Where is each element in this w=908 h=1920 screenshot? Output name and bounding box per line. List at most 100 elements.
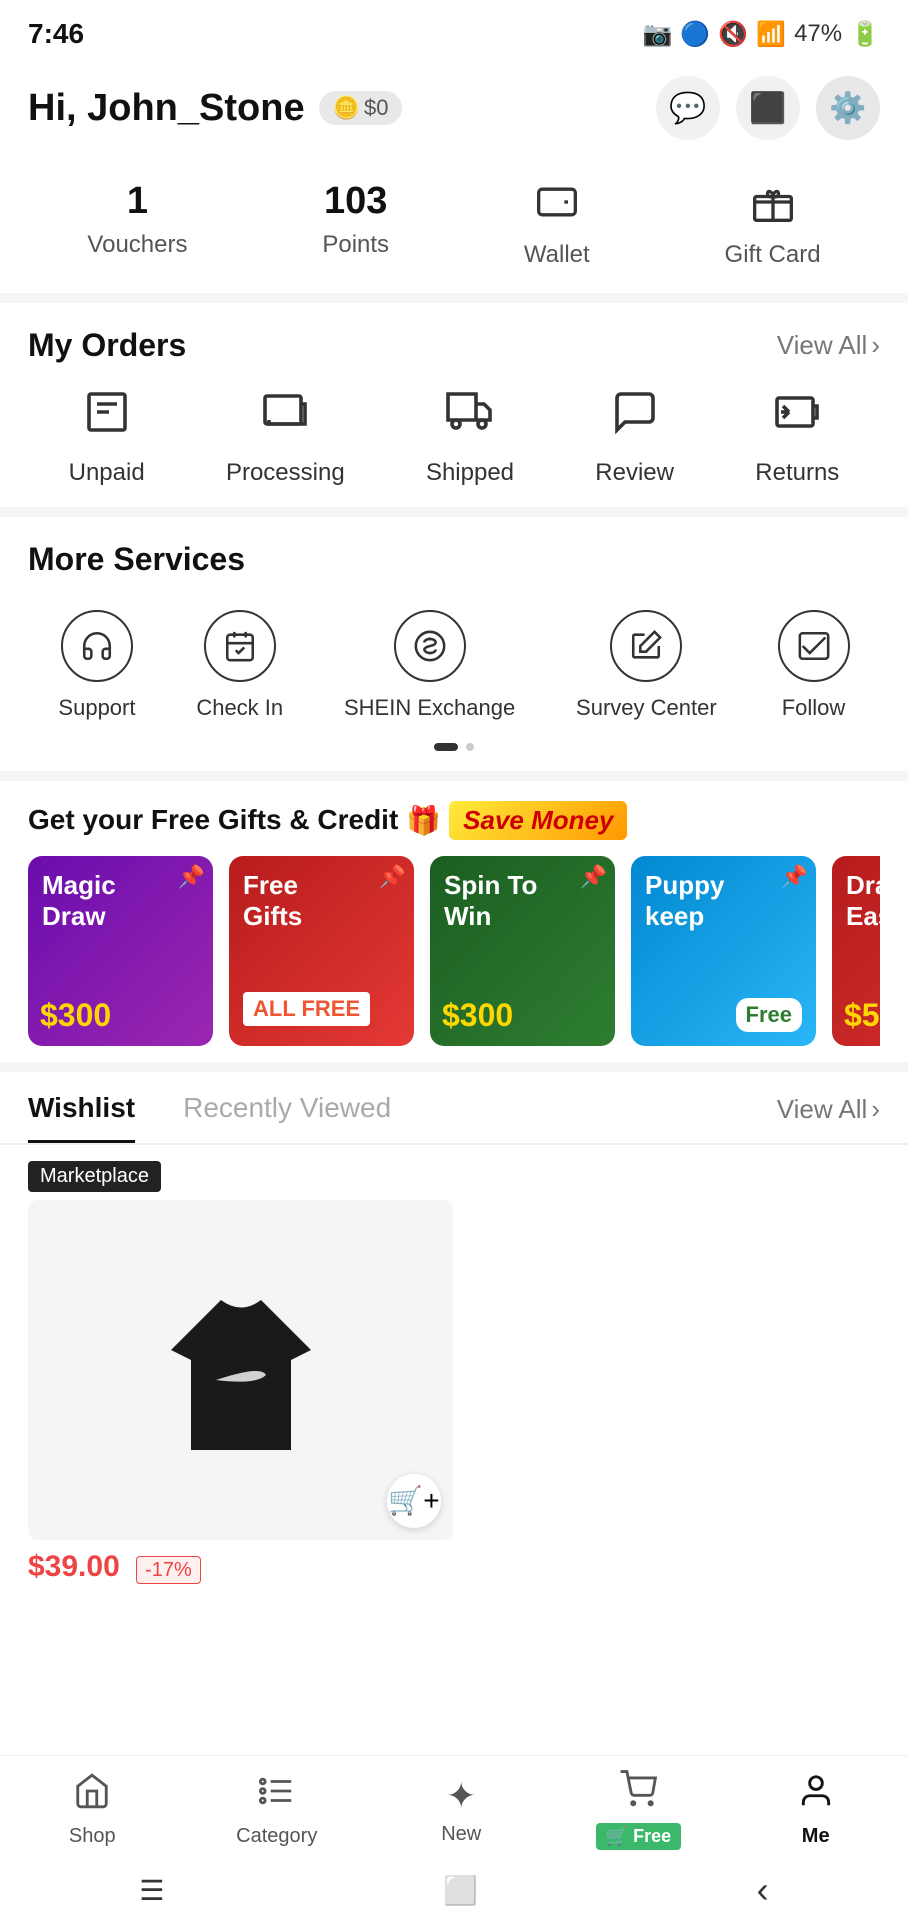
bluetooth-icon: 🔵 — [680, 20, 710, 49]
product-price: $39.00 -17% — [28, 1550, 453, 1584]
account-stats: 1 Vouchers 103 Points Wallet Gift Card — [0, 160, 908, 303]
nav-me[interactable]: Me — [766, 1772, 866, 1848]
free-badge: 🛒 Free — [596, 1823, 681, 1850]
shipped-order[interactable]: Shipped — [426, 388, 514, 487]
support-label: Support — [58, 694, 135, 723]
shein-exchange-label: SHEIN Exchange — [344, 694, 515, 723]
returns-icon — [773, 388, 821, 447]
processing-order[interactable]: Processing — [226, 388, 345, 487]
checkin-icon — [204, 610, 276, 682]
me-icon — [797, 1772, 835, 1819]
shein-exchange-icon — [394, 610, 466, 682]
wishlist-tabs: Wishlist Recently Viewed View All › — [0, 1072, 908, 1145]
orders-title: My Orders — [28, 327, 186, 364]
gifts-scroll[interactable]: 📌 MagicDraw $300 📌 FreeGifts ALL FREE 📌 … — [28, 856, 880, 1046]
services-grid: Support Check In SHEIN Exchange — [28, 602, 880, 723]
dot-active — [434, 743, 458, 751]
support-service[interactable]: Support — [58, 610, 135, 723]
pin-icon-3: 📌 — [580, 864, 607, 890]
processing-label: Processing — [226, 459, 345, 487]
checkin-label: Check In — [196, 694, 283, 723]
android-back-button[interactable]: ‹ — [757, 1869, 769, 1911]
orders-view-all[interactable]: View All › — [777, 330, 880, 361]
checkin-service[interactable]: Check In — [196, 610, 283, 723]
survey-center-icon — [610, 610, 682, 682]
all-free-badge: ALL FREE — [243, 992, 370, 1026]
services-header: More Services — [28, 541, 880, 578]
nav-category[interactable]: Category — [227, 1772, 327, 1848]
nike-logo — [141, 1200, 341, 1540]
orders-header: My Orders View All › — [28, 327, 880, 364]
puppy-keep-card[interactable]: 📌 Puppykeep Free — [631, 856, 816, 1046]
battery-icon: 🔋 — [850, 20, 880, 49]
wallet-icon — [535, 180, 579, 233]
points-stat[interactable]: 103 Points — [322, 180, 389, 269]
returns-label: Returns — [755, 459, 839, 487]
pin-icon-4: 📌 — [781, 864, 808, 890]
giftcard-icon — [751, 180, 795, 233]
giftcard-label: Gift Card — [725, 241, 821, 269]
vouchers-label: Vouchers — [87, 231, 187, 259]
wifi-icon: 📶 — [756, 20, 786, 49]
review-order[interactable]: Review — [595, 388, 674, 487]
survey-center-service[interactable]: Survey Center — [576, 610, 717, 723]
magic-draw-card[interactable]: 📌 MagicDraw $300 — [28, 856, 213, 1046]
wallet-label: Wallet — [524, 241, 590, 269]
save-money-badge: Save Money — [449, 801, 627, 840]
draw-easily-card[interactable]: 📌 DrawEasily $50 — [832, 856, 880, 1046]
follow-icon — [778, 610, 850, 682]
shipped-label: Shipped — [426, 459, 514, 487]
new-label: New — [441, 1823, 481, 1846]
orders-grid: Unpaid Processing Shipped — [28, 388, 880, 487]
price-discount: -17% — [136, 1556, 201, 1584]
follow-service[interactable]: Follow — [778, 610, 850, 723]
nav-shop[interactable]: Shop — [42, 1772, 142, 1848]
unpaid-order[interactable]: Unpaid — [69, 388, 145, 487]
unpaid-icon — [83, 388, 131, 447]
cart-icon — [619, 1770, 657, 1817]
product-card-nike[interactable]: Marketplace 🛒+ $39.00 -17% — [28, 1161, 453, 1584]
pin-icon-1: 📌 — [178, 864, 205, 890]
draw-label: DrawEasily — [832, 856, 880, 946]
gifts-banner-text: Get your Free Gifts & Credit — [28, 804, 398, 836]
free-gifts-card[interactable]: 📌 FreeGifts ALL FREE — [229, 856, 414, 1046]
volume-icon: 🔇 — [718, 20, 748, 49]
android-nav: ☰ ⬜ ‹ — [0, 1860, 908, 1920]
spin-to-win-card[interactable]: 📌 Spin ToWin $300 — [430, 856, 615, 1046]
add-to-cart-button[interactable]: 🛒+ — [387, 1474, 441, 1528]
unpaid-label: Unpaid — [69, 459, 145, 487]
my-orders-section: My Orders View All › Unpaid Processing — [0, 303, 908, 517]
android-home-button[interactable]: ⬜ — [443, 1874, 478, 1907]
status-bar: 7:46 📷 🔵 🔇 📶 47% 🔋 — [0, 0, 908, 60]
nav-new[interactable]: ✦ New — [411, 1775, 511, 1846]
wallet-stat[interactable]: Wallet — [524, 180, 590, 269]
returns-order[interactable]: Returns — [755, 388, 839, 487]
customer-support-button[interactable]: 💬 — [656, 76, 720, 140]
settings-button[interactable]: ⚙️ — [816, 76, 880, 140]
header: Hi, John_Stone 🪙 $0 💬 ⬛ ⚙️ — [0, 60, 908, 160]
points-badge: 🪙 $0 — [319, 91, 403, 125]
vouchers-count: 1 — [127, 180, 148, 223]
shipped-icon — [446, 388, 494, 447]
price-value: $39.00 — [28, 1550, 120, 1583]
shop-icon — [73, 1772, 111, 1819]
wishlist-section: Wishlist Recently Viewed View All › Mark… — [0, 1072, 908, 1600]
nav-free[interactable]: 🛒 Free — [596, 1770, 681, 1850]
header-actions: 💬 ⬛ ⚙️ — [656, 76, 880, 140]
gift-emoji: 🎁 — [406, 804, 441, 837]
tab-wishlist[interactable]: Wishlist — [28, 1092, 135, 1143]
points-label: Points — [322, 231, 389, 259]
vouchers-stat[interactable]: 1 Vouchers — [87, 180, 187, 269]
scan-button[interactable]: ⬛ — [736, 76, 800, 140]
gifts-section: Get your Free Gifts & Credit 🎁 Save Mone… — [0, 781, 908, 1072]
shein-exchange-service[interactable]: SHEIN Exchange — [344, 610, 515, 723]
wishlist-view-all[interactable]: View All › — [777, 1094, 880, 1141]
android-menu-button[interactable]: ☰ — [139, 1874, 164, 1907]
more-services-section: More Services Support Check In — [0, 517, 908, 781]
tab-recently-viewed[interactable]: Recently Viewed — [183, 1092, 391, 1143]
spin-amount: $300 — [442, 997, 513, 1034]
shop-label: Shop — [69, 1825, 116, 1848]
category-label: Category — [236, 1825, 317, 1848]
giftcard-stat[interactable]: Gift Card — [725, 180, 821, 269]
product-image: 🛒+ — [28, 1200, 453, 1540]
